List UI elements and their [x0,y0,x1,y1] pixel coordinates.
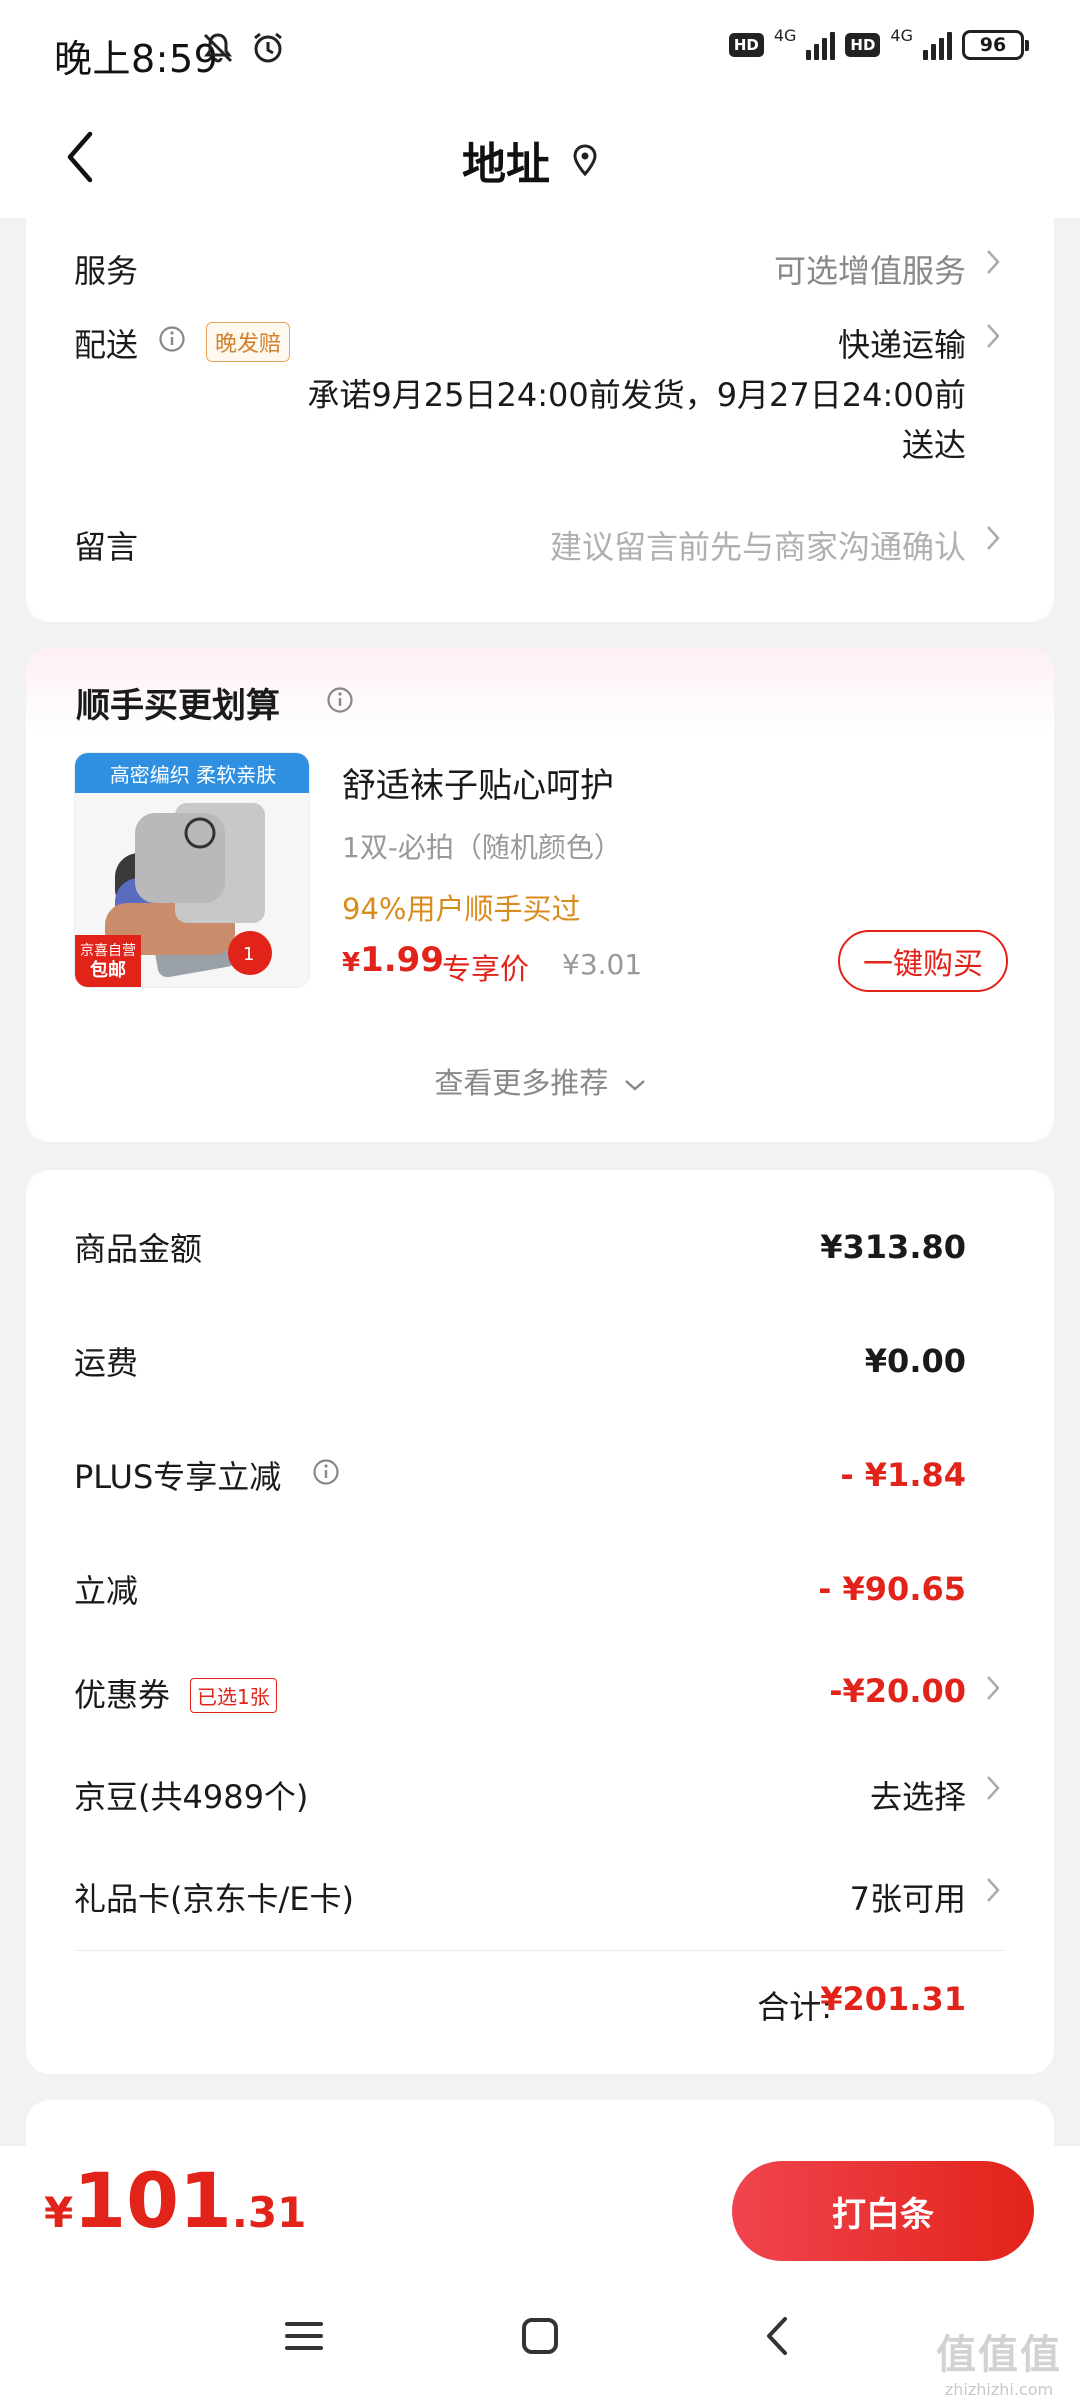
back-arrow-icon [767,2317,787,2355]
giftcard-value[interactable]: 7张可用 [850,1874,966,1920]
chevron-left-icon [67,131,93,183]
alarm-icon [254,32,282,63]
delivery-value[interactable]: 快递运输 [838,320,966,366]
chevron-right-icon[interactable] [982,1668,1004,1708]
status-time: 晚上8:59 [54,37,219,81]
coupon-label: 优惠券 [74,1676,171,1714]
order-options-card: 服务 可选增值服务 配送 晚发赔 快递运输 承诺9月25日24:00前发货，9月… [26,212,1054,622]
final-price-decimal: .31 [231,2188,307,2237]
page-title: 地址 [462,139,550,190]
pay-with-baitiao-button[interactable]: 打白条 [732,2161,1034,2261]
shipping-value: ¥0.00 [864,1342,966,1380]
final-price: ¥101.31 [44,2156,306,2245]
chevron-right-icon[interactable] [982,518,1004,558]
signal-icon [806,30,836,60]
home-square-icon [522,2318,558,2354]
message-label: 留言 [74,528,139,566]
price-value: 1.99 [360,940,444,980]
menu-nav-button[interactable] [274,2306,334,2366]
info-icon[interactable] [326,686,354,714]
watermark-main: 值值值 [936,2332,1062,2378]
delivery-promise: 承诺9月25日24:00前发货，9月27日24:00前送达 [307,376,966,464]
price-currency: ¥ [342,948,361,978]
jingdou-select[interactable]: 去选择 [870,1772,966,1818]
divider [74,1950,1006,1951]
image-tag: 京喜自营 包邮 [75,935,141,987]
signal-icon [923,30,952,60]
product-spec[interactable]: 1双-必拍（随机颜色） [342,826,622,866]
chevron-right-icon[interactable] [982,316,1004,356]
more-recommendations-link[interactable]: 查看更多推荐 [26,1060,1054,1102]
delivery-label: 配送 [74,326,139,364]
image-tag-line1: 京喜自营 [80,943,136,959]
image-banner: 高密编织 柔软亲肤 [75,753,309,793]
image-tag-line2: 包邮 [90,960,126,981]
menu-icon [285,2322,323,2350]
late-delivery-badge: 晚发赔 [206,322,291,362]
original-price: ¥3.01 [562,948,643,981]
battery-icon: 96 [962,30,1029,60]
instant-discount-value: - ¥90.65 [818,1570,966,1608]
goods-amount-label: 商品金额 [74,1230,203,1268]
plus-discount-value: - ¥1.84 [840,1456,966,1494]
final-price-currency: ¥ [44,2188,74,2237]
info-icon[interactable] [312,1458,340,1486]
shipping-label: 运费 [74,1344,139,1382]
info-icon[interactable] [158,325,186,353]
exclusive-price-tag: 专享价 [442,952,530,986]
checkout-bar: ¥101.31 打白条 [0,2146,1080,2266]
header: 地址 [0,100,1080,218]
network-label: 4G [890,25,913,45]
coupon-value[interactable]: -¥20.00 [829,1672,966,1710]
back-button[interactable] [44,122,114,192]
service-label: 服务 [74,252,139,290]
hd-badge: HD [845,33,881,57]
network-label: 4G [773,25,797,45]
recommend-card: 顺手买更划算 高密编织 柔软亲肤 1 京喜自营 包邮 舒适袜子贴心呵护 1双-必… [26,648,1054,1142]
watermark-sub: zhizhizhi.com [944,2380,1054,2399]
one-click-buy-button[interactable]: 一键购买 [838,930,1008,992]
address-title[interactable]: 地址 [462,128,598,192]
location-pin-icon [573,144,597,176]
product-price: ¥1.99 [342,940,444,980]
chevron-down-icon [624,1080,645,1091]
jingdou-label: 京豆(共4989个) [74,1778,309,1816]
chevron-right-icon[interactable] [982,1768,1004,1808]
product-name[interactable]: 舒适袜子贴心呵护 [342,758,614,807]
chevron-right-icon[interactable] [982,1870,1004,1910]
plus-discount-label: PLUS专享立减 [74,1458,282,1496]
home-nav-button[interactable] [510,2306,570,2366]
bell-off-icon [203,33,233,63]
price-summary-card: 商品金额 ¥313.80 运费 ¥0.00 PLUS专享立减 - ¥1.84 立… [26,1170,1054,2074]
total-value: ¥201.31 [820,1980,966,2018]
hd-badge: HD [728,33,764,57]
system-nav-bar: 值值值 zhizhizhi.com [0,2266,1080,2400]
svg-text:1: 1 [243,944,254,965]
back-nav-button[interactable] [746,2306,806,2366]
coupon-selected-badge: 已选1张 [190,1678,277,1713]
chevron-right-icon[interactable] [982,242,1004,282]
status-bar: 晚上8:59 HD 4G HD 4G 96 [0,0,1080,100]
goods-amount-value: ¥313.80 [820,1228,966,1266]
recommend-title: 顺手买更划算 [76,686,280,726]
social-proof: 94%用户顺手买过 [342,892,581,926]
message-input[interactable]: 建议留言前先与商家沟通确认 [550,522,966,568]
more-recommendations-label: 查看更多推荐 [434,1066,609,1100]
final-price-int: 101 [73,2156,232,2245]
service-value[interactable]: 可选增值服务 [774,246,966,292]
product-image[interactable]: 高密编织 柔软亲肤 1 京喜自营 包邮 [74,752,310,988]
status-right: HD 4G HD 4G 96 [728,26,1029,60]
instant-discount-label: 立减 [74,1572,139,1610]
watermark: 值值值 zhizhizhi.com [936,2322,1062,2399]
giftcard-label: 礼品卡(京东卡/E卡) [74,1880,354,1918]
status-notification-icons [200,30,286,66]
